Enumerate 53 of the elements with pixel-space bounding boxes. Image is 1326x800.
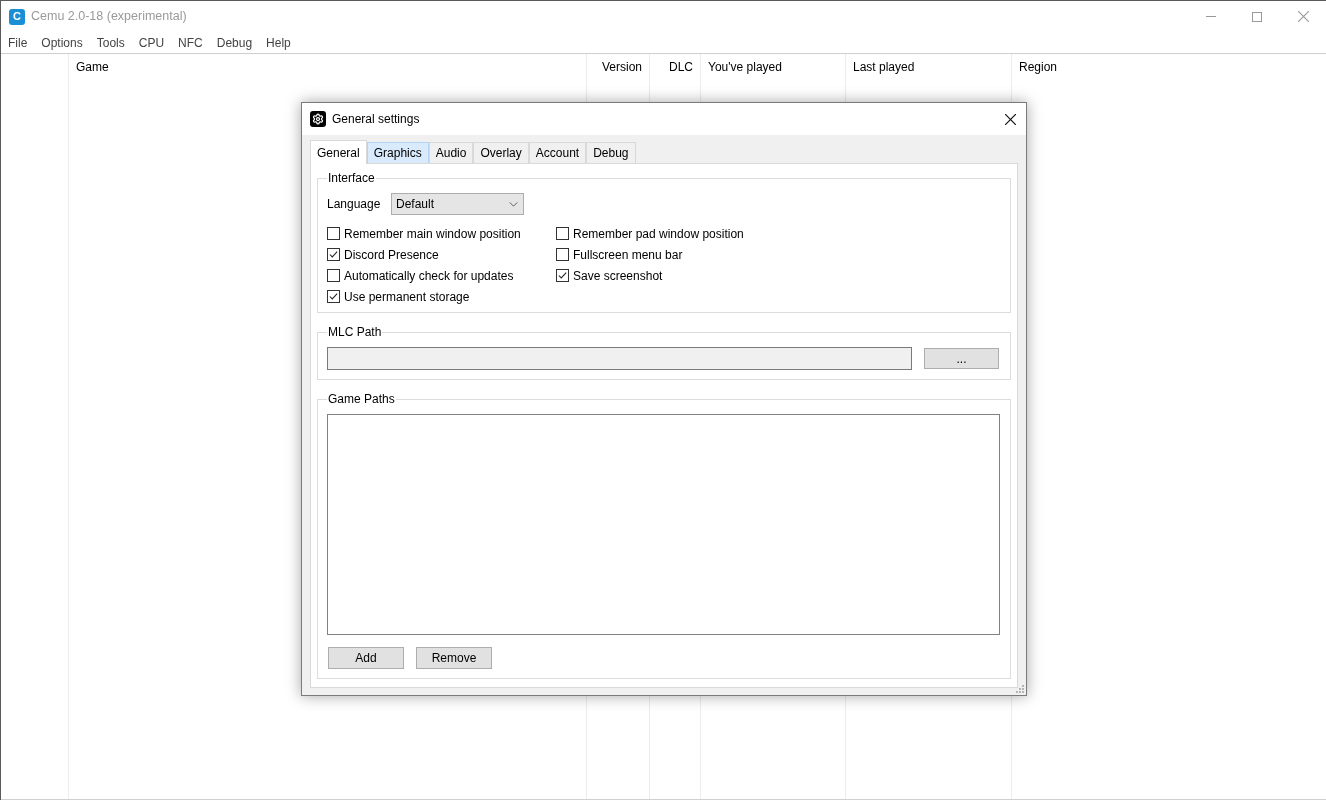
- checkbox[interactable]: [327, 269, 340, 282]
- checkbox-label: Discord Presence: [344, 246, 439, 264]
- checkmark-icon: [558, 272, 567, 279]
- menu-item[interactable]: Tools: [89, 32, 132, 53]
- column-header[interactable]: Region: [1012, 54, 1326, 80]
- checkbox[interactable]: [327, 248, 340, 261]
- menu-item[interactable]: Options: [34, 32, 90, 53]
- checkmark-icon: [329, 251, 338, 258]
- checkmark-icon: [329, 293, 338, 300]
- menu-item[interactable]: Help: [259, 32, 298, 53]
- maximize-icon: [1252, 11, 1262, 22]
- checkbox[interactable]: [556, 269, 569, 282]
- language-label: Language: [327, 196, 382, 213]
- checkbox-label: Automatically check for updates: [344, 267, 514, 285]
- minimize-icon: [1206, 16, 1216, 17]
- tab[interactable]: Graphics: [366, 142, 429, 163]
- dialog-title: General settings: [332, 111, 420, 128]
- chevron-down-icon: [509, 201, 518, 207]
- checkbox-label: Fullscreen menu bar: [573, 246, 683, 264]
- group-title: Game Paths: [327, 392, 396, 406]
- tab[interactable]: General: [310, 140, 367, 164]
- tab[interactable]: Account: [528, 142, 587, 163]
- window-title: Cemu 2.0-18 (experimental): [31, 8, 187, 26]
- column-header[interactable]: You've played: [701, 54, 845, 80]
- gear-icon: [310, 111, 326, 127]
- column-header[interactable]: Version: [587, 54, 649, 80]
- close-icon: [1004, 113, 1016, 125]
- checkbox[interactable]: [327, 290, 340, 303]
- resize-grip-icon: [1015, 684, 1024, 693]
- checkbox-label: Remember pad window position: [573, 225, 744, 243]
- checkbox[interactable]: [556, 227, 569, 240]
- checkbox[interactable]: [556, 248, 569, 261]
- language-dropdown[interactable]: Default: [391, 193, 524, 215]
- close-icon: [1297, 11, 1309, 22]
- menu-item[interactable]: CPU: [131, 32, 172, 53]
- tab[interactable]: Overlay: [473, 142, 529, 163]
- menu-item[interactable]: NFC: [171, 32, 210, 53]
- group-title: MLC Path: [327, 325, 383, 339]
- add-button[interactable]: Add: [328, 647, 404, 669]
- checkbox[interactable]: [327, 227, 340, 240]
- checkbox-label: Use permanent storage: [344, 288, 470, 306]
- checkbox-label: Remember main window position: [344, 225, 521, 243]
- tab[interactable]: Audio: [428, 142, 474, 163]
- remove-button[interactable]: Remove: [416, 647, 492, 669]
- column-header[interactable]: Last played: [846, 54, 1011, 80]
- column-header[interactable]: Game: [69, 54, 586, 80]
- group-title: Interface: [327, 171, 376, 185]
- menu-item[interactable]: File: [1, 32, 35, 53]
- checkbox-label: Save screenshot: [573, 267, 663, 285]
- menu-item[interactable]: Debug: [209, 32, 260, 53]
- tab[interactable]: Debug: [586, 142, 636, 163]
- app-logo: C: [9, 8, 25, 25]
- column-header[interactable]: DLC: [650, 54, 700, 80]
